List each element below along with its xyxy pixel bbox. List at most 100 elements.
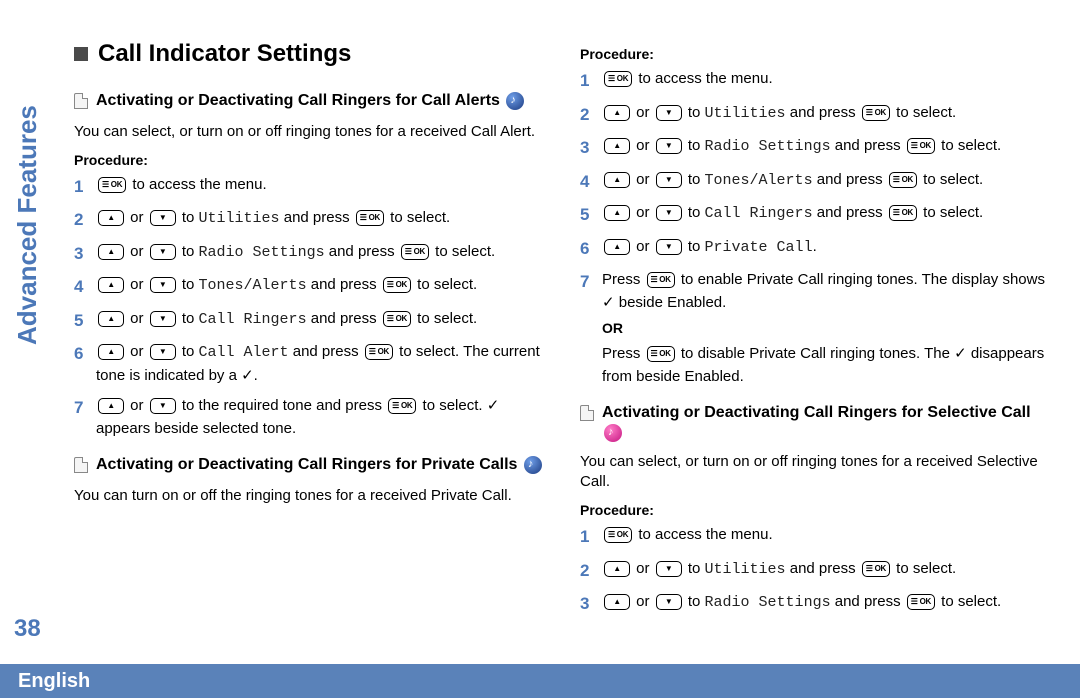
section-body: You can turn on or off the ringing tones… [74,486,544,506]
menu-item: Call Alert [199,344,289,361]
menu-item: Utilities [199,210,280,227]
step-body: to access the menu. [602,68,1050,91]
step-text: to select. [431,243,495,260]
step-text: to [684,560,705,577]
menu-item: Radio Settings [705,594,831,611]
subheading: Activating or Deactivating Call Ringers … [96,456,517,473]
menu-item: Radio Settings [705,138,831,155]
step-text: or [632,137,654,154]
subheading-row: Activating or Deactivating Call Ringers … [580,402,1050,442]
step-text: to access the menu. [128,176,266,193]
menu-item: Radio Settings [199,244,325,261]
step-text: and press [813,171,887,188]
subheading-row: Activating or Deactivating Call Ringers … [74,90,544,112]
step-row: 2 or to Utilities and press to select. [74,207,544,233]
step-number: 5 [74,308,96,334]
step-text: and press [813,204,887,221]
up-key-icon [98,244,124,260]
step-row: 5 or to Call Ringers and press to select… [580,202,1050,228]
step-number: 2 [580,102,602,128]
menu-item: Tones/Alerts [199,277,307,294]
up-key-icon [604,594,630,610]
step-number: 3 [580,135,602,161]
up-key-icon [98,277,124,293]
step-text: to [684,104,705,121]
step-row: 2 or to Utilities and press to select. [580,102,1050,128]
step-text: to select. [937,137,1001,154]
step-text: to [178,209,199,226]
subheading: Activating or Deactivating Call Ringers … [96,92,500,109]
procedure-label: Procedure: [580,502,1050,518]
ok-key-icon [907,594,935,610]
step-body: Press to enable Private Call ringing ton… [602,269,1050,388]
step-body: or to Utilities and press to select. [602,558,1050,582]
step-number: 7 [74,395,96,421]
step-text: to select. [413,310,477,327]
subheading: Activating or Deactivating Call Ringers … [602,404,1031,421]
step-number: 4 [580,169,602,195]
section-body: You can select, or turn on or off ringin… [580,452,1050,493]
section-side-label: Advanced Features [12,105,43,345]
step-text: or [632,104,654,121]
step-text: . [813,238,817,255]
step-row: 2 or to Utilities and press to select. [580,558,1050,584]
up-key-icon [604,138,630,154]
down-key-icon [150,244,176,260]
title-bullet-icon [74,47,88,61]
step-row: 3 or to Radio Settings and press to sele… [580,135,1050,161]
up-key-icon [98,344,124,360]
step-row: 6 or to Call Alert and press to select. … [74,341,544,387]
procedure-label: Procedure: [74,152,544,168]
music-note-icon: ♪ [604,424,622,442]
ok-key-icon [862,561,890,577]
ok-key-icon [647,272,675,288]
ok-key-icon [383,277,411,293]
step-text: or [632,171,654,188]
step-number: 1 [580,68,602,94]
step-text: to [684,171,705,188]
ok-key-icon [889,205,917,221]
up-key-icon [604,172,630,188]
step-row: 1 to access the menu. [580,524,1050,550]
down-key-icon [150,277,176,293]
step-text: to select. [919,171,983,188]
step-number: 6 [74,341,96,367]
step-row: 4 or to Tones/Alerts and press to select… [580,169,1050,195]
step-text: or [126,397,148,414]
step-text: or [632,238,654,255]
step-text: and press [280,209,354,226]
step-body: or to Call Ringers and press to select. [602,202,1050,226]
step-text: and press [831,593,905,610]
step-text: and press [325,243,399,260]
step-text: and press [289,343,363,360]
step-number: 3 [580,591,602,617]
step-row: 3 or to Radio Settings and press to sele… [74,241,544,267]
procedure-label: Procedure: [580,46,1050,62]
ok-key-icon [365,344,393,360]
step-number: 5 [580,202,602,228]
menu-item: Private Call [705,239,813,256]
step-body: or to the required tone and press to sel… [96,395,544,440]
ok-key-icon [647,346,675,362]
step-text: to [178,343,199,360]
step-text: to select. [386,209,450,226]
step-number: 4 [74,274,96,300]
down-key-icon [656,594,682,610]
down-key-icon [656,561,682,577]
step-body: or to Radio Settings and press to select… [602,591,1050,615]
step-text: and press [786,104,860,121]
down-key-icon [150,311,176,327]
step-row: 7 or to the required tone and press to s… [74,395,544,440]
page-title-row: Call Indicator Settings [74,40,544,68]
ok-key-icon [907,138,935,154]
step-text: to access the menu. [634,70,772,87]
step-row: 1 to access the menu. [580,68,1050,94]
ok-key-icon [383,311,411,327]
step-text: or [632,593,654,610]
step-body: or to Call Ringers and press to select. [96,308,544,332]
step-text: to select. [413,276,477,293]
page-icon [74,457,88,473]
music-note-icon: ♪ [524,456,542,474]
page: Advanced Features 38 English Call Indica… [0,0,1080,698]
step-number: 2 [580,558,602,584]
